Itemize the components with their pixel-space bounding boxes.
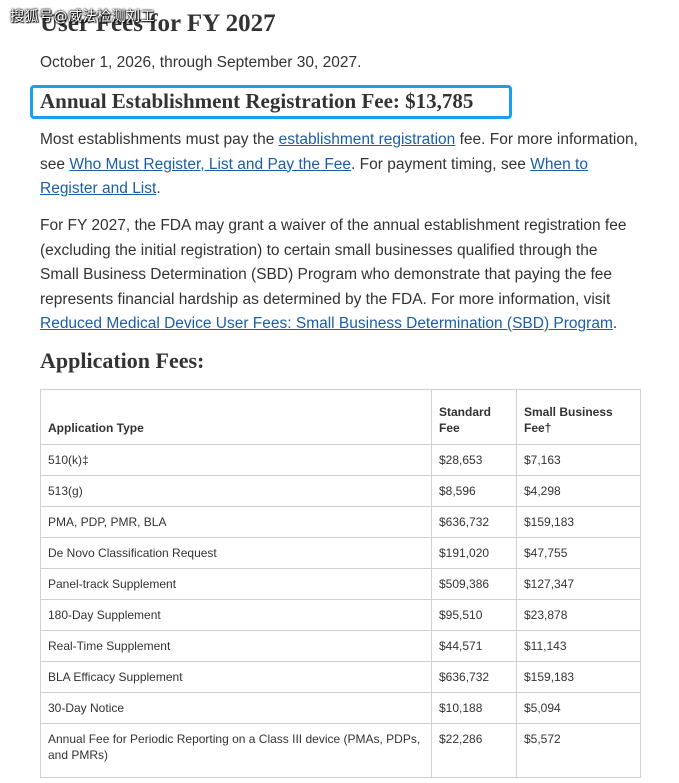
registration-fee-heading: Annual Establishment Registration Fee: $… <box>40 89 474 113</box>
small-business-fee-cell: $127,347 <box>516 568 641 600</box>
small-business-fee-cell: $11,143 <box>516 630 641 662</box>
text: For FY 2027, the FDA may grant a waiver … <box>40 217 627 308</box>
small-business-fee-cell: $5,094 <box>516 692 641 724</box>
table-row: Real-Time Supplement $44,571 $11,143 <box>40 630 641 662</box>
column-header-small-business-fee: Small Business Fee† <box>516 389 641 445</box>
application-type-cell: 513(g) <box>40 475 432 507</box>
small-business-fee-cell: $7,163 <box>516 444 641 476</box>
table-row: Annual Fee for Periodic Reporting on a C… <box>40 723 641 778</box>
application-fees-heading: Application Fees: <box>40 348 205 373</box>
text: . <box>612 315 618 332</box>
establishment-registration-link[interactable]: establishment registration <box>279 131 456 148</box>
table-row: Panel-track Supplement $509,386 $127,347 <box>40 568 641 600</box>
application-type-cell: Real-Time Supplement <box>40 630 432 662</box>
application-type-cell: Panel-track Supplement <box>40 568 432 600</box>
table-header-row: Application Type Standard Fee Small Busi… <box>40 389 641 445</box>
column-header-standard-fee: Standard Fee <box>431 389 517 445</box>
standard-fee-cell: $10,188 <box>431 692 517 724</box>
small-business-fee-cell: $23,878 <box>516 599 641 631</box>
standard-fee-cell: $509,386 <box>431 568 517 600</box>
waiver-paragraph: For FY 2027, the FDA may grant a waiver … <box>40 214 640 337</box>
standard-fee-cell: $22,286 <box>431 723 517 778</box>
standard-fee-cell: $44,571 <box>431 630 517 662</box>
small-business-fee-cell: $5,572 <box>516 723 641 778</box>
table-row: 30-Day Notice $10,188 $5,094 <box>40 692 641 724</box>
application-type-cell: BLA Efficacy Supplement <box>40 661 432 693</box>
application-type-cell: PMA, PDP, PMR, BLA <box>40 506 432 538</box>
standard-fee-cell: $8,596 <box>431 475 517 507</box>
text: . For payment timing, see <box>351 155 531 173</box>
small-business-fee-cell: $159,183 <box>516 661 641 693</box>
table-row: BLA Efficacy Supplement $636,732 $159,183 <box>40 661 641 693</box>
application-type-cell: De Novo Classification Request <box>40 537 432 569</box>
small-business-fee-cell: $4,298 <box>516 475 641 507</box>
standard-fee-cell: $636,732 <box>431 506 517 538</box>
application-type-cell: Annual Fee for Periodic Reporting on a C… <box>40 723 432 778</box>
application-type-cell: 510(k)‡ <box>40 444 432 476</box>
application-fees-table: Application Type Standard Fee Small Busi… <box>40 389 641 778</box>
watermark: 搜狐号@威法检测刘工 <box>10 9 155 25</box>
sbd-program-link[interactable]: Reduced Medical Device User Fees: Small … <box>40 315 613 332</box>
small-business-fee-cell: $159,183 <box>516 506 641 538</box>
text: Most establishments must pay the <box>40 131 279 148</box>
table-row: 510(k)‡ $28,653 $7,163 <box>40 444 641 476</box>
standard-fee-cell: $191,020 <box>431 537 517 569</box>
table-row: PMA, PDP, PMR, BLA $636,732 $159,183 <box>40 506 641 538</box>
column-header-application-type: Application Type <box>40 389 432 445</box>
who-must-register-link[interactable]: Who Must Register, List and Pay the Fee <box>69 156 351 173</box>
standard-fee-cell: $95,510 <box>431 599 517 631</box>
text: . <box>156 180 161 197</box>
table-row: 180-Day Supplement $95,510 $23,878 <box>40 599 641 631</box>
registration-paragraph: Most establishments must pay the establi… <box>40 128 640 202</box>
table-row: De Novo Classification Request $191,020 $4… <box>40 537 641 569</box>
application-type-cell: 30-Day Notice <box>40 692 432 724</box>
application-type-cell: 180-Day Supplement <box>40 599 432 631</box>
standard-fee-cell: $636,732 <box>431 661 517 693</box>
date-range: October 1, 2026, through September 30, 2… <box>40 54 362 71</box>
small-business-fee-cell: $47,755 <box>516 537 641 569</box>
table-row: 513(g) $8,596 $4,298 <box>40 475 641 507</box>
standard-fee-cell: $28,653 <box>431 444 517 476</box>
